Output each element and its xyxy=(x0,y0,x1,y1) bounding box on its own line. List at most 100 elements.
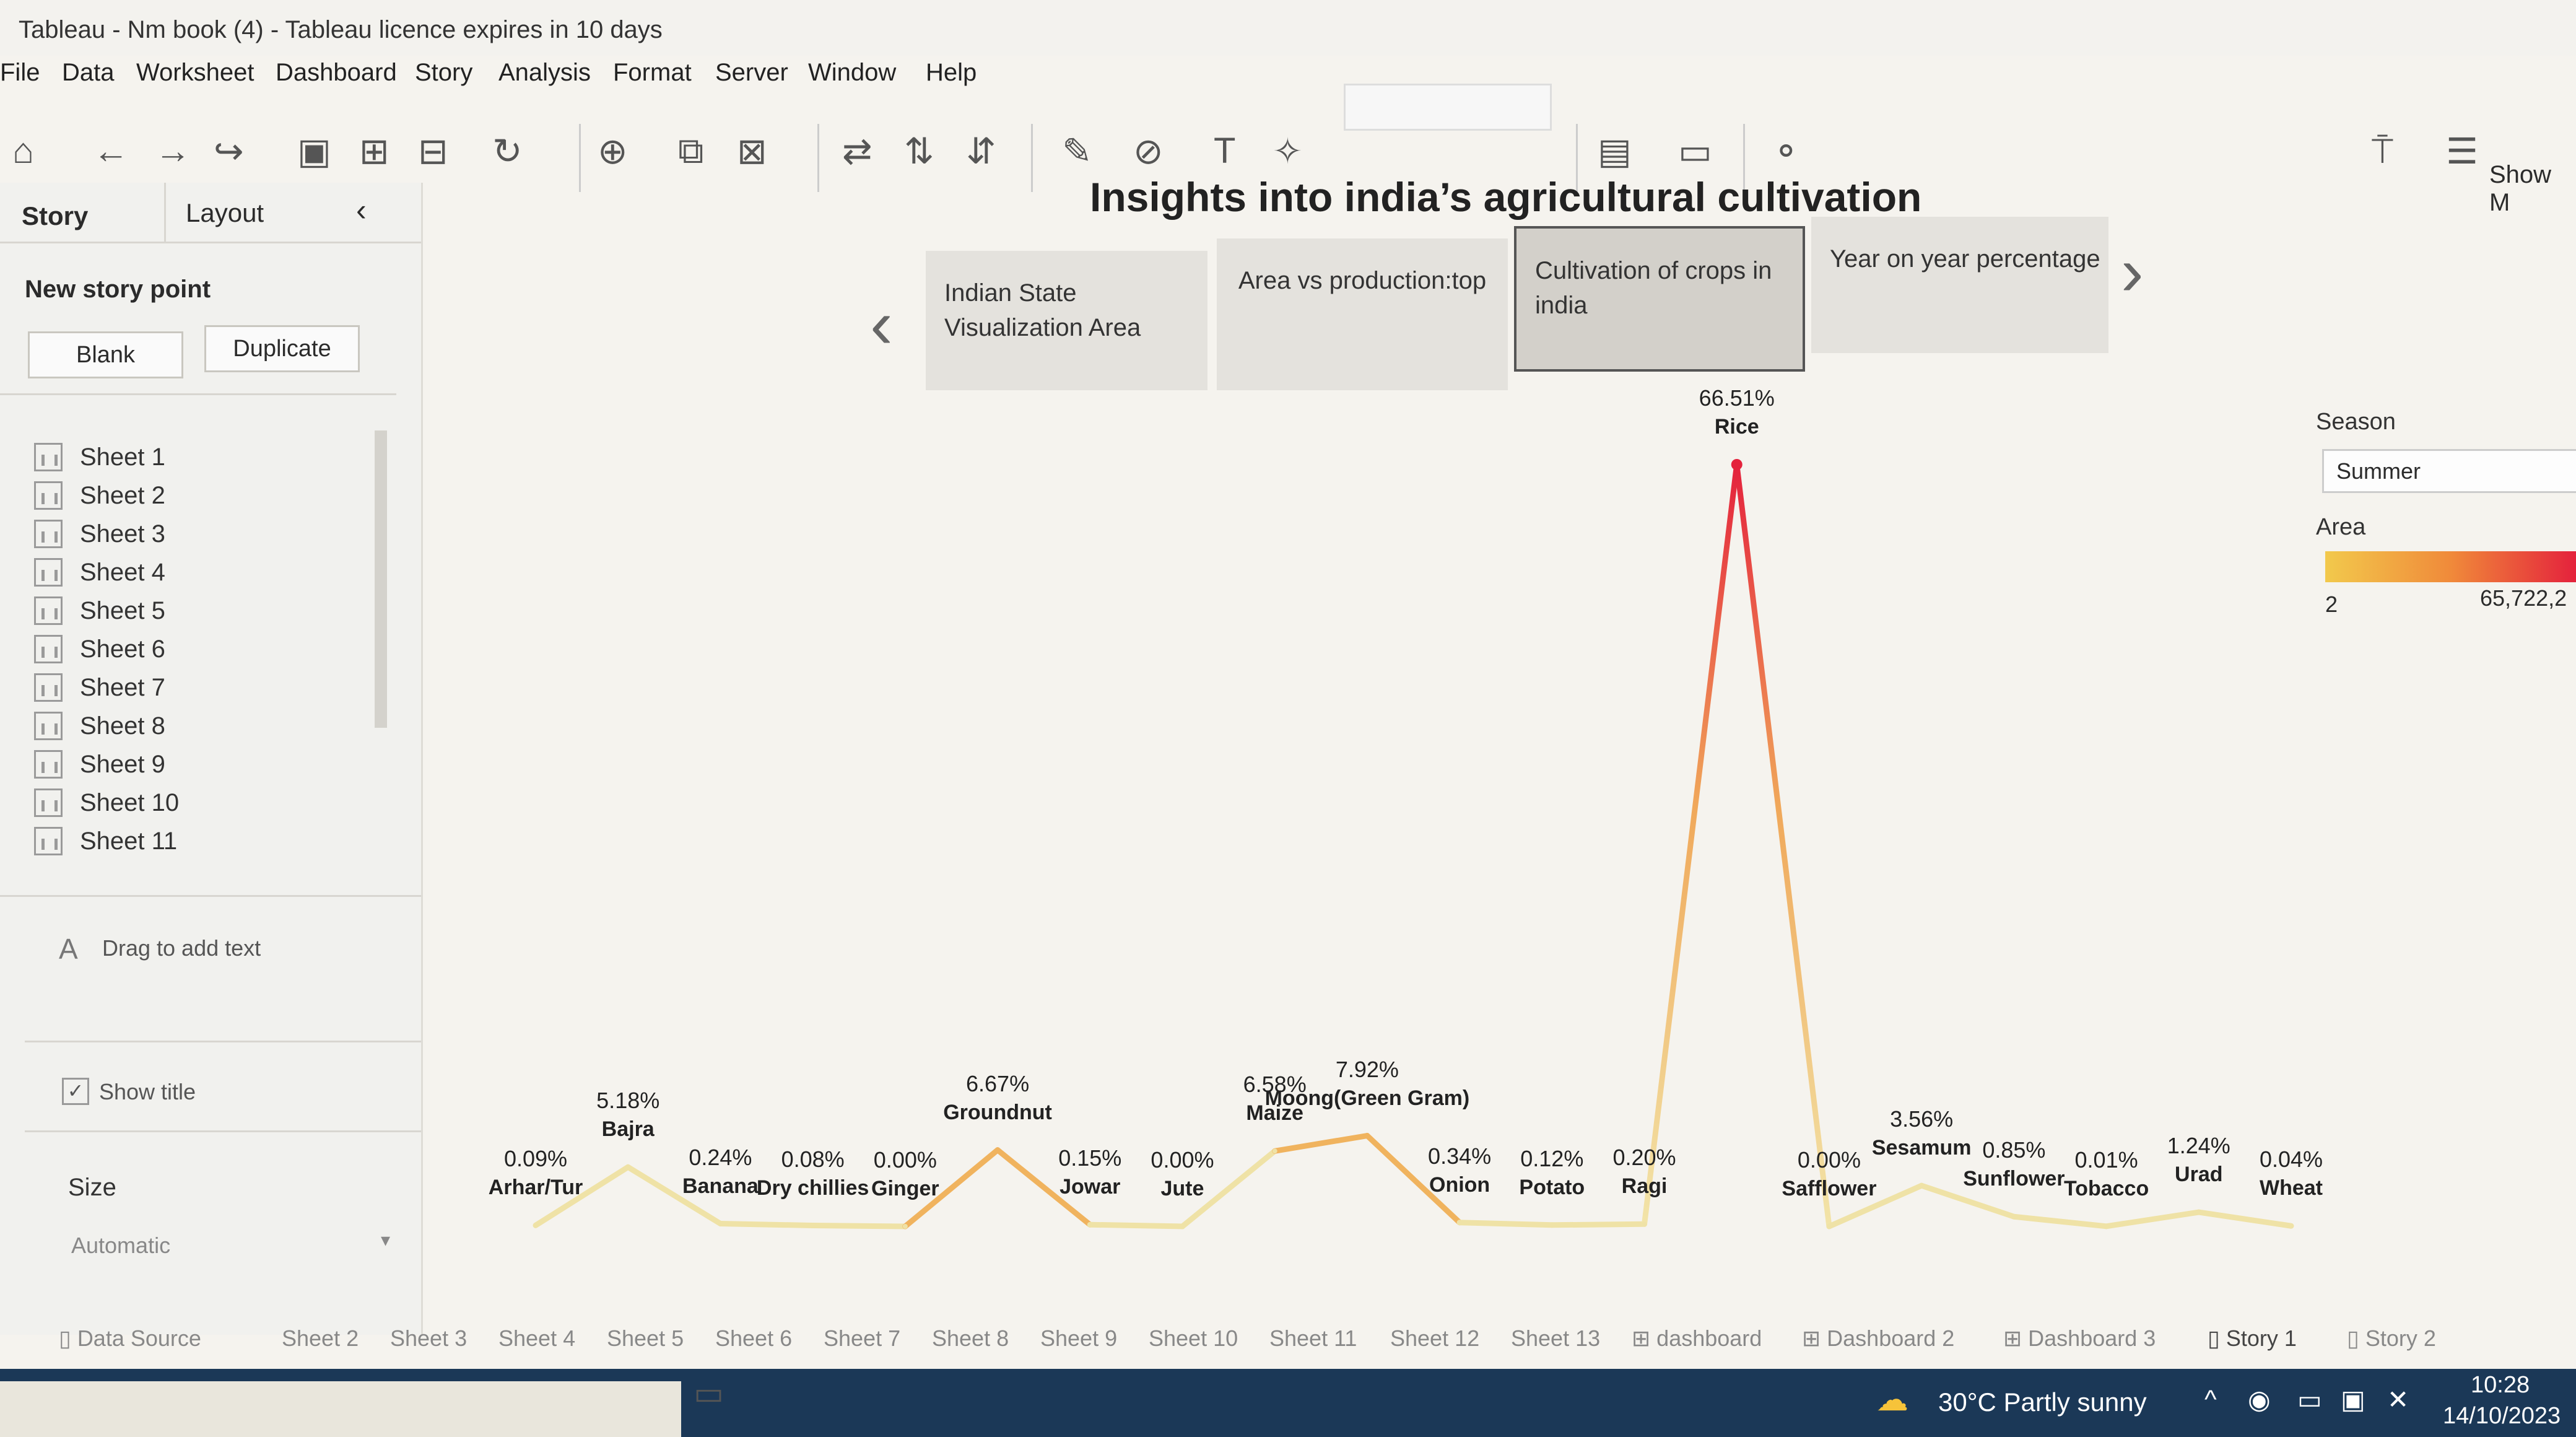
data-point[interactable] xyxy=(1826,1224,1832,1229)
menu-data[interactable]: Data xyxy=(62,59,115,87)
sheet-tab-sheet-5[interactable]: Sheet 5 xyxy=(607,1326,684,1352)
sheet-tab-sheet-10[interactable]: Sheet 10 xyxy=(1149,1326,1238,1352)
sheet-tab-sheet-3[interactable]: Sheet 3 xyxy=(390,1326,467,1352)
menu-analysis[interactable]: Analysis xyxy=(498,59,591,87)
show-me-icon[interactable]: ☰ xyxy=(2446,130,2478,172)
pin-icon[interactable]: ✧ xyxy=(1273,130,1303,172)
swap-icon[interactable]: ⇄ xyxy=(842,130,872,172)
prev-story-point-icon[interactable]: ‹ xyxy=(870,285,893,364)
tray-chevron-icon[interactable]: ^ xyxy=(2204,1384,2217,1414)
new-datasource-icon[interactable]: ⊞ xyxy=(359,130,389,172)
chevron-down-icon[interactable]: ▾ xyxy=(381,1230,390,1251)
list-item[interactable]: Sheet 8 xyxy=(34,712,165,740)
menu-window[interactable]: Window xyxy=(808,59,896,87)
tray-app-icon[interactable]: ◉ xyxy=(2248,1384,2271,1415)
menu-worksheet[interactable]: Worksheet xyxy=(136,59,254,87)
highlight-icon[interactable]: ✎ xyxy=(1062,130,1092,172)
sheet-tab-sheet-7[interactable]: Sheet 7 xyxy=(824,1326,900,1352)
sort-ascending-icon[interactable]: ⇅ xyxy=(904,130,934,172)
show-cards-icon[interactable]: ▤ xyxy=(1598,130,1632,172)
season-filter[interactable]: Summer xyxy=(2322,449,2576,493)
duplicate-button[interactable]: Duplicate xyxy=(204,325,360,372)
tray-network-icon[interactable]: ▭ xyxy=(2297,1384,2322,1415)
data-point[interactable] xyxy=(1549,1222,1555,1228)
list-item[interactable]: Sheet 11 xyxy=(34,827,177,855)
list-item[interactable]: Sheet 9 xyxy=(34,750,165,779)
data-point[interactable] xyxy=(810,1223,816,1228)
sheet-tab-sheet-2[interactable]: Sheet 2 xyxy=(282,1326,359,1352)
data-point[interactable] xyxy=(625,1164,631,1170)
sheet-tab-sheet-9[interactable]: Sheet 9 xyxy=(1040,1326,1117,1352)
sheet-tab-sheet-4[interactable]: Sheet 4 xyxy=(498,1326,575,1352)
fit-dropdown[interactable] xyxy=(1344,84,1552,131)
sheet-tab-sheet-13[interactable]: Sheet 13 xyxy=(1511,1326,1600,1352)
menu-server[interactable]: Server xyxy=(715,59,788,87)
list-item[interactable]: Sheet 10 xyxy=(34,788,179,817)
blank-button[interactable]: Blank xyxy=(28,331,183,378)
data-point[interactable] xyxy=(1919,1183,1925,1189)
pause-updates-icon[interactable]: ⊟ xyxy=(418,130,448,172)
clock-time[interactable]: 10:28 xyxy=(2471,1372,2530,1399)
sheet-list-scrollbar[interactable] xyxy=(375,430,387,728)
collapse-panel-icon[interactable]: ‹ xyxy=(356,192,367,228)
list-item[interactable]: Sheet 7 xyxy=(34,673,165,702)
data-point[interactable] xyxy=(1180,1224,1185,1229)
sort-descending-icon[interactable]: ⇵ xyxy=(966,130,996,172)
data-point[interactable] xyxy=(1457,1220,1463,1225)
list-item[interactable]: Sheet 4 xyxy=(34,558,165,587)
new-worksheet-icon[interactable]: ⊕ xyxy=(598,130,628,172)
list-item[interactable]: Sheet 6 xyxy=(34,635,165,663)
weather-text[interactable]: 30°C Partly sunny xyxy=(1938,1387,2147,1417)
data-point[interactable] xyxy=(1364,1133,1370,1138)
clock-date[interactable]: 14/10/2023 xyxy=(2443,1403,2561,1430)
show-title-checkbox[interactable]: ✓ xyxy=(62,1078,89,1105)
drag-to-add-text[interactable]: Drag to add text xyxy=(102,935,261,961)
group-icon[interactable]: ⊘ xyxy=(1133,130,1164,172)
redo-icon[interactable]: ↪ xyxy=(214,130,244,172)
size-dropdown[interactable]: Automatic xyxy=(71,1233,170,1259)
list-item[interactable]: Sheet 2 xyxy=(34,481,165,510)
data-point[interactable] xyxy=(1731,459,1743,470)
home-icon[interactable]: ⌂ xyxy=(12,130,34,172)
sheet-tab-sheet-8[interactable]: Sheet 8 xyxy=(932,1326,1009,1352)
sheet-tab-sheet-11[interactable]: Sheet 11 xyxy=(1269,1326,1357,1352)
next-story-point-icon[interactable]: › xyxy=(2121,232,2144,311)
data-point[interactable] xyxy=(533,1223,538,1228)
refresh-icon[interactable]: ↻ xyxy=(492,130,523,172)
menu-help[interactable]: Help xyxy=(926,59,977,87)
data-point[interactable] xyxy=(1087,1222,1093,1228)
marks-icon[interactable]: ⍑ xyxy=(2372,130,2393,172)
presentation-icon[interactable]: ▭ xyxy=(1678,130,1712,172)
story-point-2[interactable]: Area vs production:top xyxy=(1217,238,1508,390)
save-icon[interactable]: ▣ xyxy=(297,130,331,172)
duplicate-sheet-icon[interactable]: ⧉ xyxy=(678,130,703,172)
list-item[interactable]: Sheet 3 xyxy=(34,520,165,548)
sheet-tab-story-2[interactable]: ▯ Story 2 xyxy=(2347,1326,2436,1352)
menu-dashboard[interactable]: Dashboard xyxy=(276,59,397,87)
sheet-tab-story-1[interactable]: ▯ Story 1 xyxy=(2208,1326,2297,1352)
sheet-tab-sheet-6[interactable]: Sheet 6 xyxy=(715,1326,792,1352)
taskview-icon[interactable]: ▭ xyxy=(694,1375,724,1412)
menu-story[interactable]: Story xyxy=(415,59,472,87)
data-point[interactable] xyxy=(718,1221,723,1226)
clear-sheet-icon[interactable]: ⊠ xyxy=(737,130,767,172)
list-item[interactable]: Sheet 5 xyxy=(34,596,165,625)
forward-icon[interactable]: → xyxy=(155,130,191,172)
menu-file[interactable]: File xyxy=(0,59,40,87)
sheet-tab-sheet-12[interactable]: Sheet 12 xyxy=(1390,1326,1479,1352)
share-icon[interactable]: ⚬ xyxy=(1771,130,1801,172)
labels-icon[interactable]: T xyxy=(1214,130,1235,172)
sheet-tab-dashboard-2[interactable]: ⊞ Dashboard 2 xyxy=(1802,1326,1954,1352)
volume-muted-icon[interactable]: ✕ xyxy=(2387,1384,2409,1415)
story-point-3[interactable]: Cultivation of crops in india xyxy=(1514,226,1805,372)
show-me-label[interactable]: Show M xyxy=(2489,161,2576,217)
tab-story[interactable]: Story xyxy=(22,201,88,231)
data-point[interactable] xyxy=(2104,1223,2109,1229)
sheet-tab-dashboard[interactable]: ⊞ dashboard xyxy=(1632,1326,1762,1352)
data-point[interactable] xyxy=(995,1147,1001,1153)
data-point[interactable] xyxy=(1272,1148,1277,1154)
back-icon[interactable]: ← xyxy=(93,130,129,172)
data-point[interactable] xyxy=(2289,1223,2294,1229)
list-item[interactable]: Sheet 1 xyxy=(34,443,165,471)
menu-format[interactable]: Format xyxy=(613,59,692,87)
